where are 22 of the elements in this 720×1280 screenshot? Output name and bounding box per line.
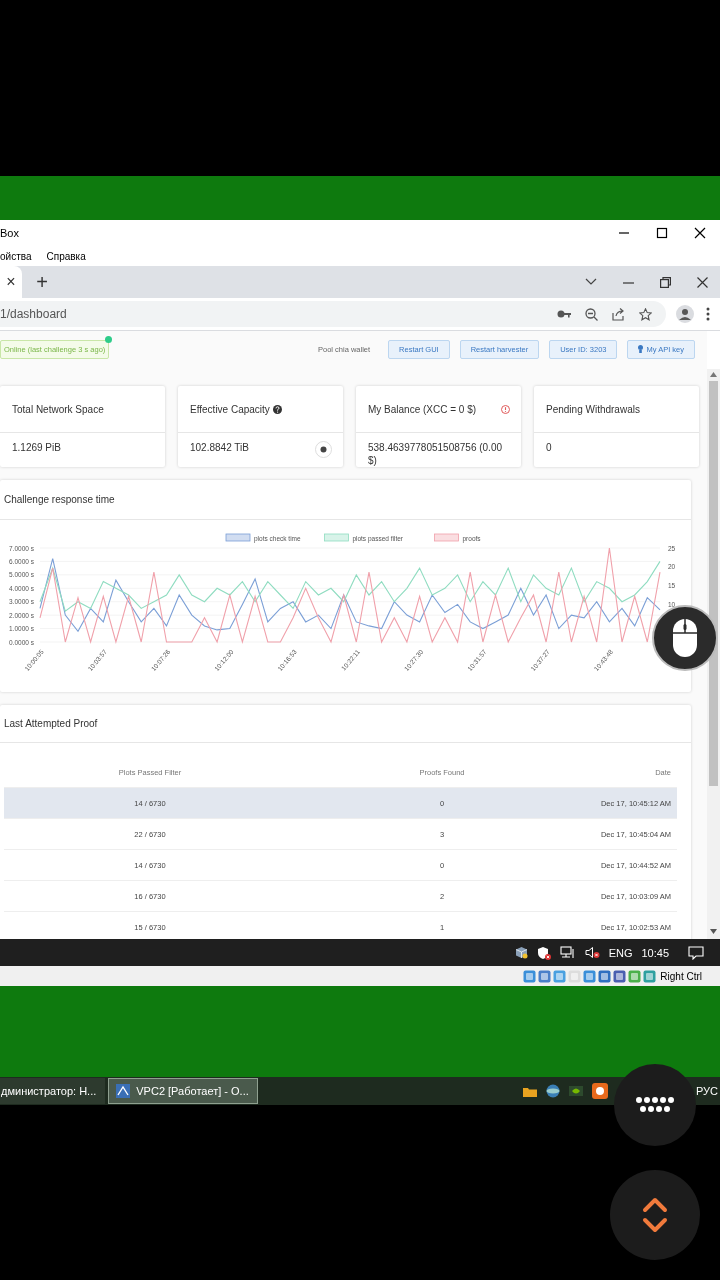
menu-item[interactable]: ойства (0, 250, 32, 262)
table-title: Last Attempted Proof (4, 718, 98, 729)
card-value: 538.4639778051508756 (0.00 $) (368, 441, 504, 467)
card-title: Pending Withdrawals (546, 403, 640, 415)
clock[interactable]: 10:45 (641, 946, 669, 959)
taskbar-button[interactable]: дминистратор: Н... (0, 1078, 106, 1104)
card-title: My Balance (XCC = 0 $) (368, 403, 477, 415)
language-indicator[interactable]: РУС (695, 1085, 718, 1097)
card-value: 0 (546, 441, 552, 454)
language-indicator[interactable]: ENG (608, 946, 633, 959)
address-bar[interactable]: 1/dashboard (0, 307, 67, 321)
menu-item[interactable]: Справка (46, 250, 86, 262)
new-tab-button[interactable]: + (22, 266, 62, 298)
card-value: 102.8842 TiB (190, 441, 249, 454)
card-title: Total Network Space (12, 403, 104, 415)
card-title: Effective Capacity (190, 403, 270, 415)
taskbar-button[interactable]: VPC2 [Работает] - О... (108, 1078, 258, 1104)
host-key-label: Right Ctrl (660, 970, 702, 982)
chart-title: Challenge response time (4, 494, 115, 505)
window-title: Box (0, 227, 19, 239)
card-value: 1.1269 PiB (12, 441, 61, 454)
tab-close-button[interactable]: × (0, 266, 22, 298)
